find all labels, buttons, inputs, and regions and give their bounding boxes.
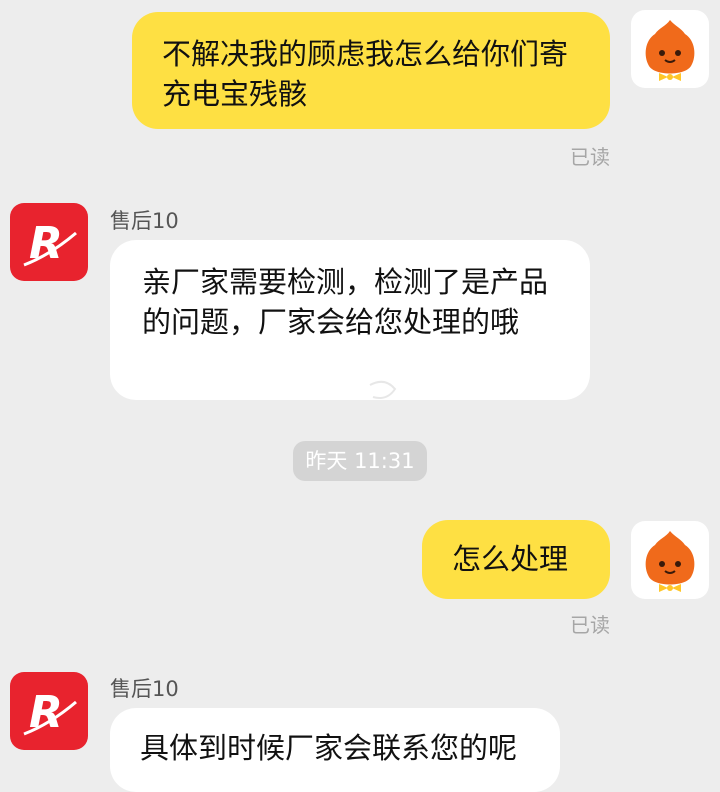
shop-avatar[interactable]: R <box>10 203 88 281</box>
outgoing-message-bubble[interactable]: 不解决我的顾虑我怎么给你们寄充电宝残骸 <box>132 12 610 129</box>
red-r-logo-icon: R <box>23 687 77 738</box>
outgoing-message-bubble[interactable]: 怎么处理 <box>422 520 610 599</box>
message-text: 亲厂家需要检测，检测了是产品的问题，厂家会给您处理的哦 <box>142 265 549 339</box>
time-divider: 昨天 11:31 <box>293 441 427 481</box>
user-avatar[interactable] <box>631 10 709 88</box>
message-text: 不解决我的顾虑我怎么给你们寄充电宝残骸 <box>162 37 569 111</box>
message-text: 具体到时候厂家会联系您的呢 <box>140 731 518 765</box>
read-status: 已读 <box>570 613 610 637</box>
incoming-message-bubble[interactable]: 具体到时候厂家会联系您的呢 <box>110 708 560 792</box>
orange-mascot-icon <box>645 20 695 81</box>
shop-avatar[interactable]: R <box>10 672 88 750</box>
chat-screen: { "messages": [ {"side":"out","text":"不解… <box>0 0 720 792</box>
user-avatar[interactable] <box>631 521 709 599</box>
read-status: 已读 <box>570 145 610 169</box>
sender-name: 售后10 <box>110 677 179 701</box>
sender-name: 售后10 <box>110 209 179 233</box>
red-r-logo-icon: R <box>23 218 77 269</box>
watermark-logo <box>285 375 435 415</box>
message-text: 怎么处理 <box>452 542 569 576</box>
orange-mascot-icon <box>645 531 695 592</box>
